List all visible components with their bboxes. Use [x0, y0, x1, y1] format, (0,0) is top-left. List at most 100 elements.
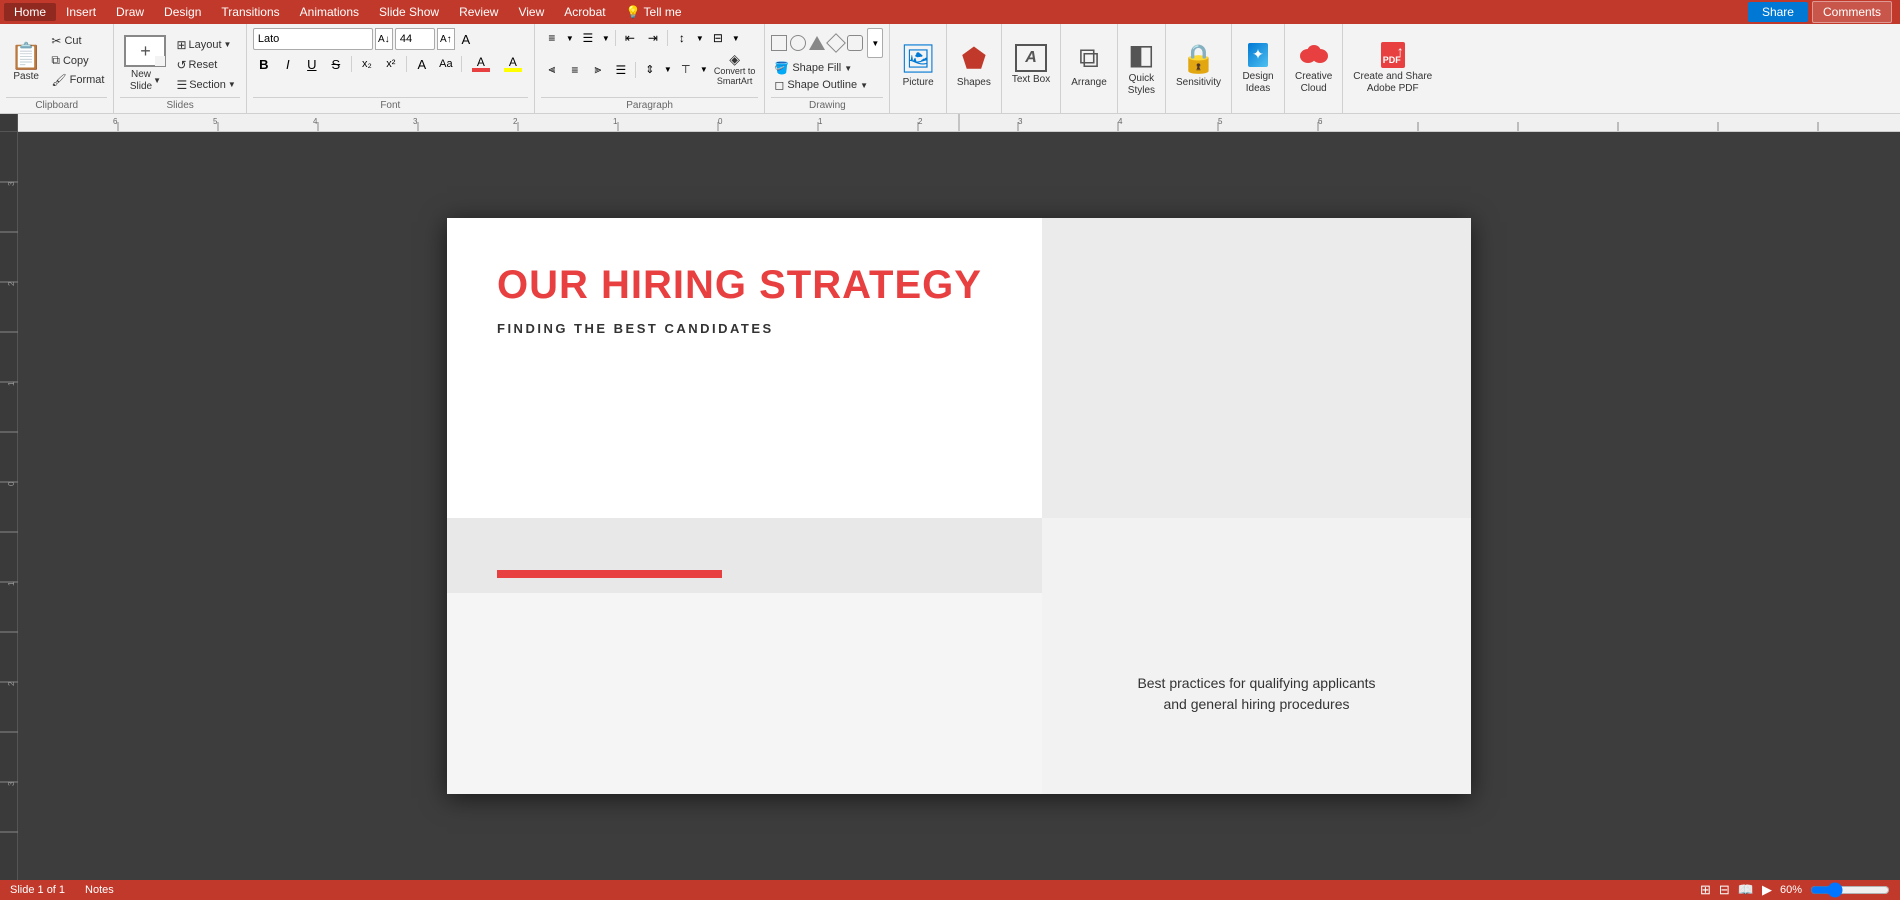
menu-acrobat[interactable]: Acrobat: [554, 3, 615, 21]
share-button[interactable]: Share: [1748, 2, 1808, 22]
zoom-slider[interactable]: [1810, 882, 1890, 898]
align-right-btn[interactable]: ⫸: [587, 60, 609, 80]
font-group: A↓ A↑ A B I U S x₂ x² A Aa: [247, 24, 535, 113]
design-ideas-button[interactable]: ✦ Design Ideas: [1238, 28, 1278, 107]
section-button[interactable]: ☰ Section ▼: [172, 76, 239, 94]
svg-text:3: 3: [7, 781, 16, 786]
svg-text:6: 6: [113, 117, 118, 126]
bullet-list-dropdown[interactable]: ▼: [564, 28, 576, 48]
subscript-button[interactable]: x₂: [356, 53, 378, 75]
paragraph-group: ≡ ▼ ☰ ▼ ⇤ ⇥ ↕ ▼ ⊟ ▼ ⫷ ≡ ⫸ ☰: [535, 24, 766, 113]
svg-text:1: 1: [818, 117, 823, 126]
status-bar: Slide 1 of 1 Notes ⊞ ⊟ 📖 ▶ 60%: [0, 880, 1900, 900]
clear-format-btn[interactable]: A: [457, 28, 475, 50]
layout-icon: ⊞: [176, 38, 186, 52]
bold-button[interactable]: B: [253, 53, 275, 75]
underline-button[interactable]: U: [301, 53, 323, 75]
slide[interactable]: OUR HIRING STRATEGY FINDING THE BEST CAN…: [447, 218, 1471, 794]
menu-home[interactable]: Home: [4, 3, 56, 21]
textbox-group: A Text Box: [1002, 24, 1061, 113]
red-accent-bar: [497, 570, 722, 578]
font-size-increase-btn[interactable]: A↑: [437, 28, 455, 50]
font-size-decrease-btn[interactable]: A↓: [375, 28, 393, 50]
picture-label: Picture: [903, 77, 934, 88]
paste-icon: 📋: [10, 43, 42, 69]
menu-insert[interactable]: Insert: [56, 3, 106, 21]
justify-btn[interactable]: ☰: [610, 60, 632, 80]
columns-dropdown[interactable]: ▼: [730, 28, 742, 48]
line-spacing-btn[interactable]: ↕: [671, 28, 693, 48]
outdent-btn[interactable]: ⇤: [619, 28, 641, 48]
align-center-btn[interactable]: ≡: [564, 60, 586, 80]
italic-button[interactable]: I: [277, 53, 299, 75]
shapes-more-btn[interactable]: ▼: [867, 28, 883, 58]
format-painter-button[interactable]: 🖌 Format: [48, 71, 107, 89]
format-painter-icon: 🖌: [51, 73, 66, 87]
slide-subtitle: FINDING THE BEST CANDIDATES: [497, 321, 997, 336]
creative-cloud-group: Creative Cloud: [1285, 24, 1343, 113]
shape-outline-btn[interactable]: ◻ Shape Outline ▼: [771, 77, 883, 93]
zoom-level: 60%: [1780, 884, 1802, 896]
text-direction-btn[interactable]: ⇕: [639, 60, 661, 80]
strikethrough-button[interactable]: S: [325, 53, 347, 75]
menu-tell-me[interactable]: 💡 Tell me: [616, 3, 692, 21]
new-slide-dropdown[interactable]: New Slide ▼: [130, 69, 161, 93]
convert-smartart-btn[interactable]: ◈ Convert to SmartArt: [711, 51, 759, 88]
reset-button[interactable]: ↺ Reset: [172, 56, 239, 74]
menu-animations[interactable]: Animations: [290, 3, 369, 21]
cut-button[interactable]: ✂ Cut: [48, 32, 107, 50]
font-color-btn[interactable]: A: [466, 53, 496, 75]
font-shadow-btn[interactable]: A: [411, 53, 433, 75]
layout-button[interactable]: ⊞ Layout ▼: [172, 36, 239, 54]
menu-review[interactable]: Review: [449, 3, 508, 21]
adobe-pdf-button[interactable]: PDF ↑ Create and Share Adobe PDF: [1349, 28, 1436, 107]
menu-draw[interactable]: Draw: [106, 3, 154, 21]
paste-button[interactable]: 📋 Paste: [6, 28, 46, 97]
highlight-color-btn[interactable]: A: [498, 53, 528, 75]
svg-text:5: 5: [1218, 117, 1223, 126]
view-normal-icon[interactable]: ⊞: [1700, 882, 1711, 898]
menu-design[interactable]: Design: [154, 3, 211, 21]
svg-text:1: 1: [7, 381, 16, 386]
font-case-btn[interactable]: Aa: [435, 53, 457, 75]
view-slide-sorter-icon[interactable]: ⊟: [1719, 882, 1730, 898]
number-list-dropdown[interactable]: ▼: [600, 28, 612, 48]
sensitivity-icon: 🔒: [1181, 42, 1216, 75]
paste-label: Paste: [13, 71, 39, 82]
shapes-button[interactable]: ⬟ Shapes: [953, 28, 995, 101]
columns-btn[interactable]: ⊟: [707, 28, 729, 48]
superscript-button[interactable]: x²: [380, 53, 402, 75]
align-text-btn[interactable]: ⊤: [675, 60, 697, 80]
notes-toggle[interactable]: Notes: [85, 884, 114, 896]
shape-outline-icon: ◻: [774, 78, 784, 92]
menu-view[interactable]: View: [508, 3, 554, 21]
creative-cloud-button[interactable]: Creative Cloud: [1291, 28, 1336, 107]
align-text-dropdown[interactable]: ▼: [698, 60, 710, 80]
picture-button[interactable]: 🖼 Picture: [896, 28, 940, 101]
font-size-input[interactable]: [395, 28, 435, 50]
quick-styles-button[interactable]: ◧ Quick Styles: [1124, 28, 1159, 107]
number-list-btn[interactable]: ☰: [577, 28, 599, 48]
indent-btn[interactable]: ⇥: [642, 28, 664, 48]
arrange-button[interactable]: ⧉ Arrange: [1067, 28, 1111, 101]
design-ideas-label: Design Ideas: [1242, 71, 1273, 95]
text-direction-dropdown[interactable]: ▼: [662, 60, 674, 80]
comments-button[interactable]: Comments: [1812, 1, 1892, 23]
shapes-group: ⬟ Shapes: [947, 24, 1002, 113]
menu-transitions[interactable]: Transitions: [211, 3, 289, 21]
svg-text:1: 1: [7, 581, 16, 586]
font-name-input[interactable]: [253, 28, 373, 50]
align-left-btn[interactable]: ⫷: [541, 60, 563, 80]
svg-text:5: 5: [213, 117, 218, 126]
menu-slideshow[interactable]: Slide Show: [369, 3, 449, 21]
view-presenter-icon[interactable]: ▶: [1762, 882, 1772, 898]
textbox-button[interactable]: A Text Box: [1008, 28, 1054, 101]
bullet-list-btn[interactable]: ≡: [541, 28, 563, 48]
shape-fill-btn[interactable]: 🪣 Shape Fill ▼: [771, 60, 883, 76]
copy-button[interactable]: ⧉ Copy: [48, 51, 107, 70]
adobe-pdf-group: PDF ↑ Create and Share Adobe PDF: [1343, 24, 1442, 113]
new-slide-button[interactable]: +: [120, 33, 170, 69]
view-reading-icon[interactable]: 📖: [1738, 882, 1754, 898]
line-spacing-dropdown[interactable]: ▼: [694, 28, 706, 48]
sensitivity-button[interactable]: 🔒 Sensitivity: [1172, 28, 1225, 101]
